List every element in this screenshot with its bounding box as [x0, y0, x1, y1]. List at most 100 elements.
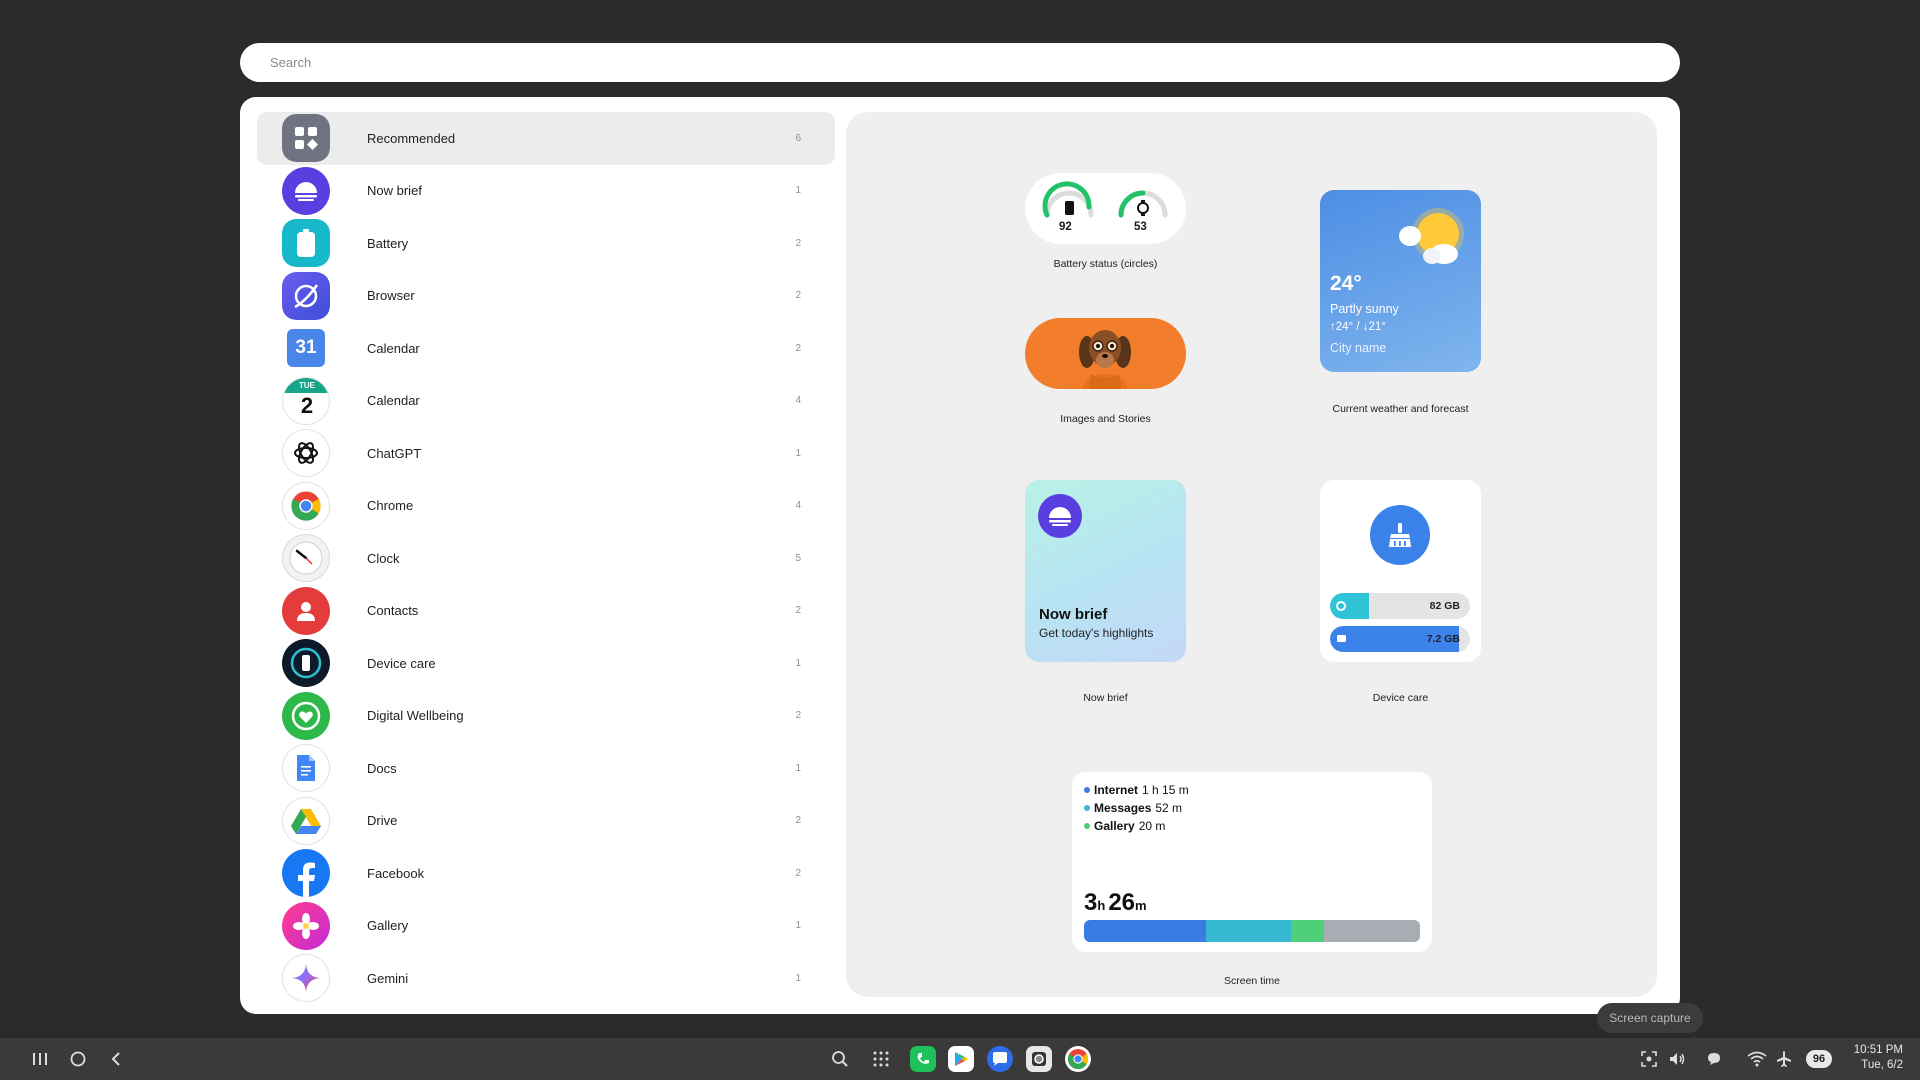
- wifi-icon: [1747, 1051, 1767, 1067]
- app-list-item[interactable]: Now brief 1: [257, 165, 835, 218]
- app-drawer-button[interactable]: [869, 1047, 893, 1071]
- airplane-mode-status[interactable]: [1772, 1047, 1796, 1071]
- chrome-icon: [282, 481, 330, 530]
- screen-capture-button[interactable]: [1637, 1047, 1661, 1071]
- dog-image-icon: [1079, 330, 1131, 389]
- chrome-app-button[interactable]: [1065, 1046, 1091, 1072]
- clock-time: 10:51 PM: [1853, 1044, 1903, 1056]
- app-widget-count: 1: [795, 447, 801, 459]
- clock[interactable]: 10:51 PM Tue, 6/2: [1854, 1043, 1903, 1073]
- app-list-item[interactable]: Gallery 1: [257, 900, 835, 953]
- broom-icon: [1370, 505, 1430, 565]
- screen-time-app-time: 52 m: [1155, 801, 1183, 815]
- weather-temp: 24°: [1330, 272, 1362, 295]
- battery-indicator[interactable]: 96: [1806, 1050, 1832, 1068]
- screen-time-minutes-unit: m: [1135, 898, 1147, 913]
- storage-value: 82 GB: [1429, 600, 1460, 612]
- app-widget-count: 1: [795, 657, 801, 669]
- app-list-item[interactable]: Drive 2: [257, 795, 835, 848]
- images-widget-label: Images and Stories: [1060, 413, 1151, 425]
- app-list-item-label: Calendar: [367, 340, 420, 356]
- now-brief-widget[interactable]: Now brief Get today's highlights: [1025, 480, 1186, 662]
- browser-icon: [282, 271, 330, 320]
- screen-time-segment: [1084, 920, 1207, 942]
- messages-app-button[interactable]: [987, 1046, 1013, 1072]
- search-input[interactable]: Search: [240, 43, 1680, 82]
- app-list-item[interactable]: Device care 1: [257, 637, 835, 690]
- now-brief-icon: [282, 166, 330, 215]
- images-stories-widget[interactable]: [1025, 318, 1186, 389]
- app-widget-count: 2: [795, 815, 801, 827]
- battery-widget-label: Battery status (circles): [1053, 258, 1158, 270]
- volume-icon: [1670, 1053, 1685, 1065]
- weather-condition: Partly sunny: [1330, 302, 1399, 316]
- device-care-icon: [282, 639, 330, 688]
- app-widget-count: 2: [795, 605, 801, 617]
- app-list-item[interactable]: Digital Wellbeing 2: [257, 690, 835, 743]
- search-button[interactable]: [828, 1047, 852, 1071]
- app-list-item[interactable]: 31 Calendar 2: [257, 322, 835, 375]
- screen-time-app-name: Gallery: [1094, 819, 1135, 833]
- app-list-item[interactable]: Docs 1: [257, 742, 835, 795]
- app-widget-count: 2: [795, 342, 801, 354]
- app-list-item[interactable]: ChatGPT 1: [257, 427, 835, 480]
- battery-widget[interactable]: 92 53: [1025, 173, 1186, 244]
- app-list-item[interactable]: Gemini 1: [257, 952, 835, 1005]
- app-list-item[interactable]: Battery 2: [257, 217, 835, 270]
- app-list-item-label: Drive: [367, 813, 398, 829]
- screen-time-app-name: Messages: [1094, 801, 1152, 815]
- app-list-item[interactable]: Contacts 2: [257, 585, 835, 638]
- weather-widget[interactable]: 24° Partly sunny ↑24° / ↓21° City name: [1320, 190, 1481, 372]
- wifi-status[interactable]: [1745, 1047, 1769, 1071]
- app-list-item-label: Browser: [367, 288, 415, 304]
- home-button[interactable]: [66, 1047, 90, 1071]
- search-icon: [832, 1051, 848, 1067]
- screen-time-segment: [1291, 920, 1324, 942]
- app-list-item-label: Calendar: [367, 393, 420, 409]
- play-store-button[interactable]: [948, 1046, 974, 1072]
- google-calendar-icon: 31: [282, 324, 330, 373]
- screen-time-minutes: 26: [1108, 889, 1136, 916]
- widget-preview-area: 92 53 Battery status (circles) Images an…: [846, 112, 1657, 997]
- storage-icon: [1336, 601, 1346, 611]
- now-brief-icon: [1038, 494, 1082, 538]
- volume-button[interactable]: [1665, 1047, 1689, 1071]
- screen-time-widget[interactable]: Internet 1 h 15 m Messages 52 m Gallery …: [1072, 772, 1432, 952]
- app-list-item[interactable]: Recommended 6: [257, 112, 835, 165]
- battery-percent: 96: [1812, 1053, 1826, 1065]
- app-widget-count: 2: [795, 710, 801, 722]
- back-button[interactable]: [104, 1047, 128, 1071]
- app-widget-count: 2: [795, 867, 801, 879]
- device-care-widget[interactable]: 82 GB 7.2 GB: [1320, 480, 1481, 662]
- now-brief-subtitle: Get today's highlights: [1039, 626, 1154, 640]
- recents-icon: [33, 1053, 47, 1065]
- app-list-item[interactable]: Browser 2: [257, 270, 835, 323]
- screen-time-app-time: 20 m: [1138, 819, 1166, 833]
- weather-widget-label: Current weather and forecast: [1332, 403, 1469, 415]
- screen-time-hours: 3: [1084, 889, 1098, 916]
- facebook-icon: [282, 849, 330, 898]
- app-list-item[interactable]: Clock 5: [257, 532, 835, 585]
- recents-button[interactable]: [28, 1047, 52, 1071]
- screen-time-segment: [1206, 920, 1292, 942]
- app-list-item-label: Recommended: [367, 130, 456, 146]
- app-list-item[interactable]: Chrome 4: [257, 480, 835, 533]
- screen-time-segment-other: [1323, 920, 1420, 942]
- chat-bubble-icon: [1708, 1053, 1720, 1065]
- app-list-item[interactable]: TUE 2 Calendar 4: [257, 375, 835, 428]
- phone-app-button[interactable]: [910, 1046, 936, 1072]
- legend-dot-icon: [1084, 823, 1090, 829]
- messages-icon: [993, 1052, 1007, 1066]
- phone-icon: [917, 1053, 929, 1064]
- camera-app-button[interactable]: [1026, 1046, 1052, 1072]
- weather-city: City name: [1330, 341, 1387, 355]
- app-widget-count: 4: [795, 500, 801, 512]
- search-placeholder: Search: [270, 55, 312, 70]
- screen-time-item: Messages 52 m: [1084, 801, 1182, 815]
- recommended-grid-icon: [282, 114, 330, 163]
- notifications-button[interactable]: [1702, 1047, 1726, 1071]
- app-list-item[interactable]: Facebook 2: [257, 847, 835, 900]
- app-list-item-label: Contacts: [367, 603, 419, 619]
- screen-capture-icon: [1641, 1051, 1657, 1067]
- watch-battery-level: 53: [1134, 221, 1147, 233]
